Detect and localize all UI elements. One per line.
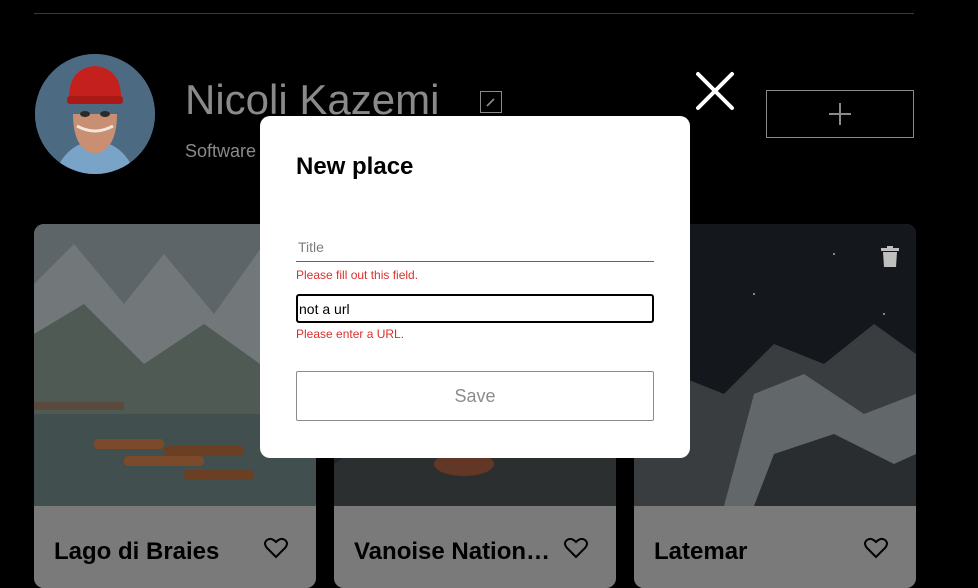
modal-title: New place xyxy=(296,153,414,180)
heart-icon xyxy=(264,537,288,559)
delete-card-button[interactable] xyxy=(880,246,900,268)
link-error: Please enter a URL. xyxy=(296,327,405,341)
place-card-caption: Vanoise National Park xyxy=(334,506,616,588)
place-card-caption: Latemar xyxy=(634,506,916,588)
new-place-modal: New place Please fill out this field. Pl… xyxy=(260,116,690,458)
trash-icon xyxy=(881,246,899,267)
like-button[interactable] xyxy=(264,537,288,559)
heart-icon xyxy=(864,537,888,559)
like-button[interactable] xyxy=(864,537,888,559)
save-button[interactable]: Save xyxy=(296,371,654,421)
place-card-title: Lago di Braies xyxy=(54,538,220,565)
title-error: Please fill out this field. xyxy=(296,268,419,282)
place-card-caption: Lago di Braies xyxy=(34,506,316,588)
title-input[interactable] xyxy=(296,232,654,262)
link-input[interactable] xyxy=(296,294,654,323)
place-card-title: Vanoise National Park xyxy=(354,538,554,565)
heart-icon xyxy=(564,537,588,559)
like-button[interactable] xyxy=(564,537,588,559)
place-card-title: Latemar xyxy=(654,538,748,565)
